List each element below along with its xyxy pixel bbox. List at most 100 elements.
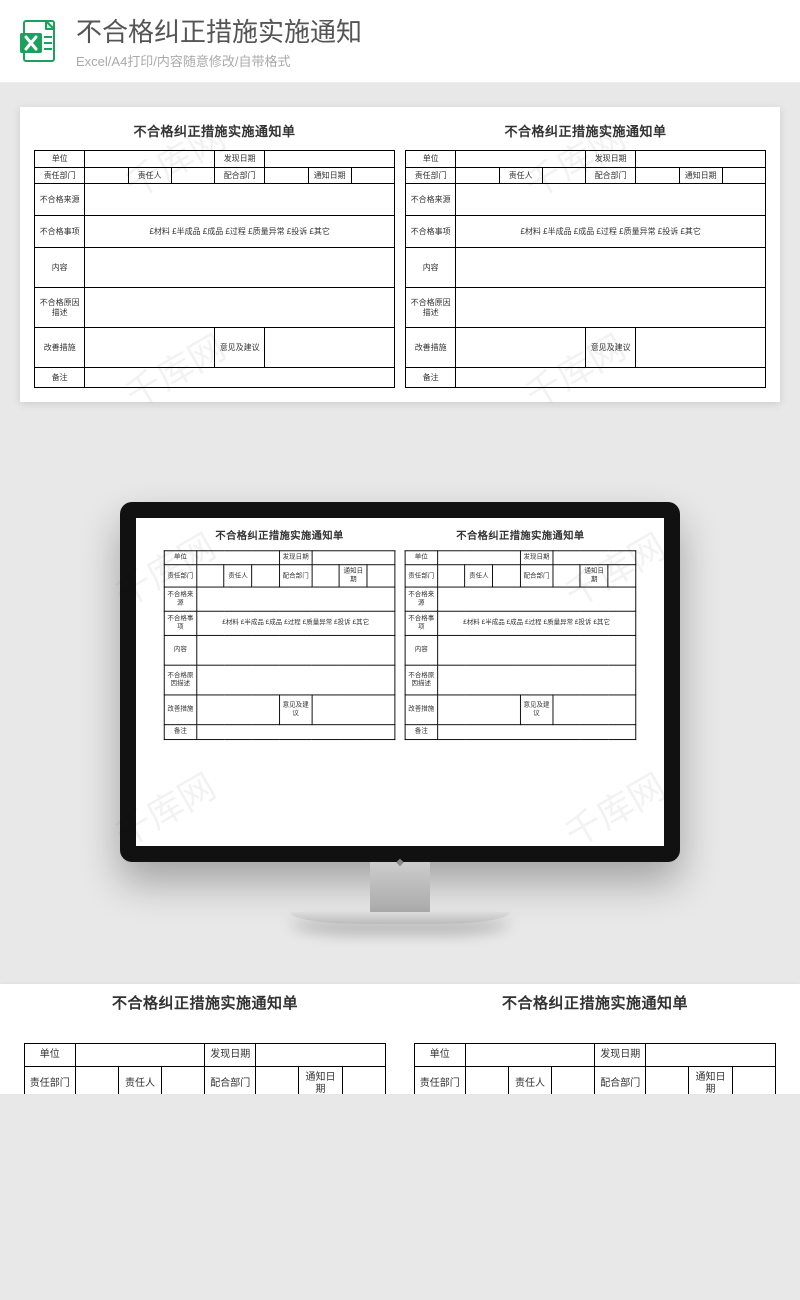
field-opinion[interactable] (636, 328, 766, 368)
field-nc-cause[interactable] (456, 288, 766, 328)
field-resp-person[interactable] (552, 1067, 595, 1095)
label-resp-person: 责任人 (508, 1067, 551, 1095)
field-nc-item-categories[interactable]: £材料 £半成品 £成品 £过程 £质量异常 £投诉 £其它 (456, 216, 766, 248)
label-unit: 单位 (406, 151, 456, 168)
field-notice-date[interactable] (608, 565, 636, 587)
field-issue-date[interactable] (256, 1044, 386, 1067)
label-resp-person: 责任人 (128, 167, 171, 184)
field-resp-dept[interactable] (197, 565, 225, 587)
label-resp-dept: 责任部门 (25, 1067, 76, 1095)
field-resp-dept[interactable] (85, 167, 128, 184)
field-content[interactable] (437, 636, 635, 666)
field-issue-date[interactable] (265, 151, 395, 168)
field-resp-person[interactable] (171, 167, 214, 184)
label-resp-person: 责任人 (118, 1067, 161, 1095)
field-nc-item-categories[interactable]: £材料 £半成品 £成品 £过程 £质量异常 £投诉 £其它 (437, 612, 635, 636)
field-coop-dept[interactable] (312, 565, 340, 587)
field-resp-dept[interactable] (437, 565, 465, 587)
field-improve[interactable] (197, 695, 280, 725)
field-unit[interactable] (456, 151, 586, 168)
label-unit: 单位 (35, 151, 85, 168)
field-remark[interactable] (456, 368, 766, 388)
field-remark[interactable] (85, 368, 395, 388)
field-issue-date[interactable] (646, 1044, 776, 1067)
field-unit[interactable] (75, 1044, 205, 1067)
field-coop-dept[interactable] (646, 1067, 689, 1095)
field-resp-person[interactable] (493, 565, 521, 587)
field-coop-dept[interactable] (553, 565, 581, 587)
form-table: 单位 发现日期 责任部门 责任人 配合部门 通知日期 不合格来源 不合格事项 (24, 1043, 386, 1094)
field-notice-date[interactable] (732, 1067, 775, 1095)
monitor: 不合格纠正措施实施通知单 单位 发现日期 责任部门 责任人 配合部门 通知日期 … (120, 502, 680, 924)
label-resp-dept: 责任部门 (405, 565, 437, 587)
monitor-stand (370, 862, 430, 912)
label-content: 内容 (406, 248, 456, 288)
label-unit: 单位 (415, 1044, 466, 1067)
field-notice-date[interactable] (722, 167, 765, 184)
field-resp-dept[interactable] (75, 1067, 118, 1095)
page-header: 不合格纠正措施实施通知 Excel/A4打印/内容随意修改/自带格式 (0, 0, 800, 83)
label-issue-date: 发现日期 (215, 151, 265, 168)
form-duplex: 不合格纠正措施实施通知单 单位 发现日期 责任部门 责任人 配合部门 通知日期 … (34, 121, 766, 388)
field-unit[interactable] (197, 551, 280, 565)
field-nc-cause[interactable] (85, 288, 395, 328)
field-coop-dept[interactable] (636, 167, 679, 184)
field-notice-date[interactable] (367, 565, 395, 587)
monitor-base (290, 912, 510, 924)
field-improve[interactable] (85, 328, 215, 368)
label-coop-dept: 配合部门 (215, 167, 265, 184)
field-coop-dept[interactable] (256, 1067, 299, 1095)
field-unit[interactable] (85, 151, 215, 168)
field-resp-person[interactable] (252, 565, 280, 587)
field-nc-source[interactable] (437, 587, 635, 611)
field-issue-date[interactable] (553, 551, 636, 565)
label-opinion: 意见及建议 (586, 328, 636, 368)
field-nc-item-categories[interactable]: £材料 £半成品 £成品 £过程 £质量异常 £投诉 £其它 (85, 216, 395, 248)
field-remark[interactable] (437, 725, 635, 740)
field-resp-person[interactable] (162, 1067, 205, 1095)
field-content[interactable] (197, 636, 395, 666)
field-improve[interactable] (456, 328, 586, 368)
label-improve: 改善措施 (406, 328, 456, 368)
field-resp-dept[interactable] (456, 167, 499, 184)
label-nc-source: 不合格来源 (406, 184, 456, 216)
field-resp-person[interactable] (542, 167, 585, 184)
field-nc-item-categories[interactable]: £材料 £半成品 £成品 £过程 £质量异常 £投诉 £其它 (197, 612, 395, 636)
field-issue-date[interactable] (312, 551, 395, 565)
field-content[interactable] (456, 248, 766, 288)
label-issue-date: 发现日期 (205, 1044, 256, 1067)
form-title: 不合格纠正措施实施通知单 (405, 121, 766, 140)
field-content[interactable] (85, 248, 395, 288)
field-opinion[interactable] (312, 695, 395, 725)
form-table: 单位 发现日期 责任部门 责任人 配合部门 通知日期 不合格来源 不合格事项 (164, 551, 396, 741)
form-title: 不合格纠正措施实施通知单 (34, 121, 395, 140)
label-improve: 改善措施 (405, 695, 437, 725)
field-unit[interactable] (465, 1044, 595, 1067)
field-coop-dept[interactable] (265, 167, 308, 184)
label-content: 内容 (164, 636, 196, 666)
field-nc-source[interactable] (197, 587, 395, 611)
field-notice-date[interactable] (342, 1067, 385, 1095)
field-remark[interactable] (197, 725, 395, 740)
field-improve[interactable] (437, 695, 520, 725)
field-issue-date[interactable] (636, 151, 766, 168)
label-nc-cause: 不合格原因描述 (164, 666, 196, 696)
field-nc-source[interactable] (85, 184, 395, 216)
field-resp-dept[interactable] (465, 1067, 508, 1095)
label-improve: 改善措施 (35, 328, 85, 368)
form-table: 单位 发现日期 责任部门 责任人 配合部门 通知日期 不合格来源 不合格事项 (405, 150, 766, 388)
field-notice-date[interactable] (351, 167, 394, 184)
field-unit[interactable] (437, 551, 520, 565)
label-notice-date: 通知日期 (580, 565, 608, 587)
form-title: 不合格纠正措施实施通知单 (24, 992, 386, 1013)
label-coop-dept: 配合部门 (586, 167, 636, 184)
label-unit: 单位 (25, 1044, 76, 1067)
monitor-mockup-block: 千库网 千库网 千库网 千库网 不合格纠正措施实施通知单 单位 发现日期 责任部… (0, 462, 800, 984)
field-nc-source[interactable] (456, 184, 766, 216)
field-nc-cause[interactable] (197, 666, 395, 696)
nc-form: 不合格纠正措施实施通知单 单位 发现日期 责任部门 责任人 配合部门 通知日期 … (24, 992, 386, 1094)
field-nc-cause[interactable] (437, 666, 635, 696)
label-nc-item: 不合格事项 (406, 216, 456, 248)
field-opinion[interactable] (265, 328, 395, 368)
field-opinion[interactable] (553, 695, 636, 725)
